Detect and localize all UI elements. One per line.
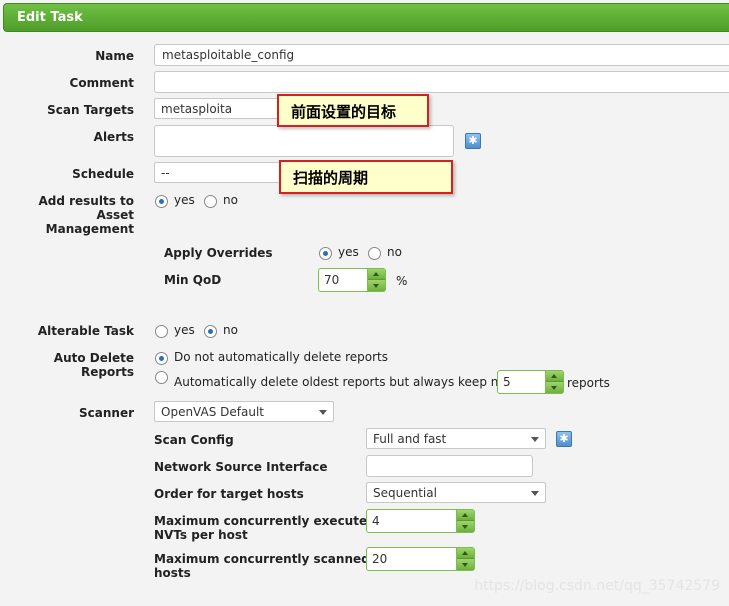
comment-label: Comment — [69, 76, 134, 90]
add-results-label-line1: Add results to — [38, 194, 134, 208]
min-qod-label: Min QoD — [164, 273, 222, 287]
network-source-interface-label: Network Source Interface — [154, 460, 328, 474]
auto-delete-on-label: Automatically delete oldest reports but … — [174, 375, 534, 389]
order-target-hosts-select[interactable]: Sequential — [366, 482, 546, 503]
watermark: https://blog.csdn.net/qq_35742579 — [474, 578, 720, 594]
chevron-down-icon — [319, 410, 327, 415]
keep-reports-spinner[interactable]: 5 — [497, 370, 564, 394]
auto-delete-label-line1: Auto Delete — [53, 351, 134, 365]
order-target-hosts-value: Sequential — [373, 486, 437, 500]
min-qod-value: 70 — [324, 273, 340, 287]
name-label: Name — [95, 49, 134, 63]
alterable-no-label: no — [223, 323, 238, 337]
max-hosts-value: 20 — [372, 552, 388, 566]
scanner-value: OpenVAS Default — [161, 405, 264, 419]
add-results-no-radio[interactable] — [204, 195, 217, 208]
network-source-interface-input[interactable] — [366, 455, 533, 477]
apply-overrides-label: Apply Overrides — [164, 246, 273, 260]
schedule-select[interactable]: -- — [154, 162, 284, 183]
scanner-label: Scanner — [79, 406, 134, 420]
comment-input[interactable] — [154, 71, 729, 93]
scan-config-select[interactable]: Full and fast — [366, 428, 546, 449]
max-hosts-spinner[interactable]: 20 — [366, 547, 475, 571]
schedule-annotation: 扫描的周期 — [279, 160, 453, 194]
star-icon[interactable]: ✱ — [465, 133, 481, 149]
add-results-yes-label: yes — [174, 193, 195, 207]
schedule-value: -- — [161, 166, 170, 180]
auto-delete-off-radio[interactable] — [155, 352, 168, 365]
apply-overrides-yes-label: yes — [338, 245, 359, 259]
auto-delete-label-line2: Reports — [80, 365, 134, 379]
spinner-down-icon[interactable] — [368, 280, 385, 291]
keep-reports-value: 5 — [503, 375, 511, 389]
min-qod-spinner[interactable]: 70 — [318, 268, 386, 292]
spinner-down-icon[interactable] — [457, 559, 474, 570]
max-nvts-label-line1: Maximum concurrently executed — [154, 514, 376, 528]
scan-targets-value: metasploita — [161, 102, 233, 116]
targets-annotation: 前面设置的目标 — [277, 94, 429, 127]
spinner-down-icon[interactable] — [457, 521, 474, 532]
spinner-up-icon[interactable] — [546, 371, 563, 382]
schedule-label: Schedule — [72, 167, 134, 181]
star-icon[interactable]: ✱ — [556, 431, 572, 447]
add-results-no-label: no — [223, 193, 238, 207]
alerts-label: Alerts — [93, 130, 134, 144]
add-results-label-line3: Management — [45, 222, 134, 236]
scan-config-value: Full and fast — [373, 432, 447, 446]
max-nvts-label-line2: NVTs per host — [154, 528, 248, 542]
auto-delete-off-label: Do not automatically delete reports — [174, 350, 389, 364]
keep-reports-unit: reports — [567, 376, 610, 390]
max-hosts-label-line1: Maximum concurrently scanned — [154, 552, 370, 566]
spinner-up-icon[interactable] — [457, 548, 474, 559]
alterable-no-radio[interactable] — [204, 325, 217, 338]
spinner-up-icon[interactable] — [457, 510, 474, 521]
max-hosts-label-line2: hosts — [154, 566, 191, 580]
alterable-yes-radio[interactable] — [155, 325, 168, 338]
alterable-yes-label: yes — [174, 323, 195, 337]
apply-overrides-no-label: no — [387, 245, 402, 259]
alterable-task-label: Alterable Task — [37, 324, 134, 338]
order-target-hosts-label: Order for target hosts — [154, 487, 304, 501]
dialog-title: Edit Task — [3, 3, 729, 32]
name-input[interactable]: metasploitable_config — [154, 44, 729, 66]
max-nvts-spinner[interactable]: 4 — [366, 509, 475, 533]
scan-targets-label: Scan Targets — [47, 103, 134, 117]
auto-delete-on-radio[interactable] — [155, 371, 168, 384]
scan-targets-select[interactable]: metasploita — [154, 98, 284, 119]
scanner-select[interactable]: OpenVAS Default — [154, 401, 334, 422]
spinner-up-icon[interactable] — [368, 269, 385, 280]
add-results-label-line2: Asset — [96, 208, 134, 222]
alerts-multiselect[interactable] — [154, 125, 454, 157]
min-qod-unit: % — [396, 274, 408, 288]
max-nvts-value: 4 — [372, 514, 380, 528]
apply-overrides-yes-radio[interactable] — [319, 247, 332, 260]
scan-config-label: Scan Config — [154, 433, 234, 447]
chevron-down-icon — [531, 491, 539, 496]
spinner-down-icon[interactable] — [546, 382, 563, 393]
apply-overrides-no-radio[interactable] — [368, 247, 381, 260]
add-results-yes-radio[interactable] — [155, 195, 168, 208]
chevron-down-icon — [531, 437, 539, 442]
